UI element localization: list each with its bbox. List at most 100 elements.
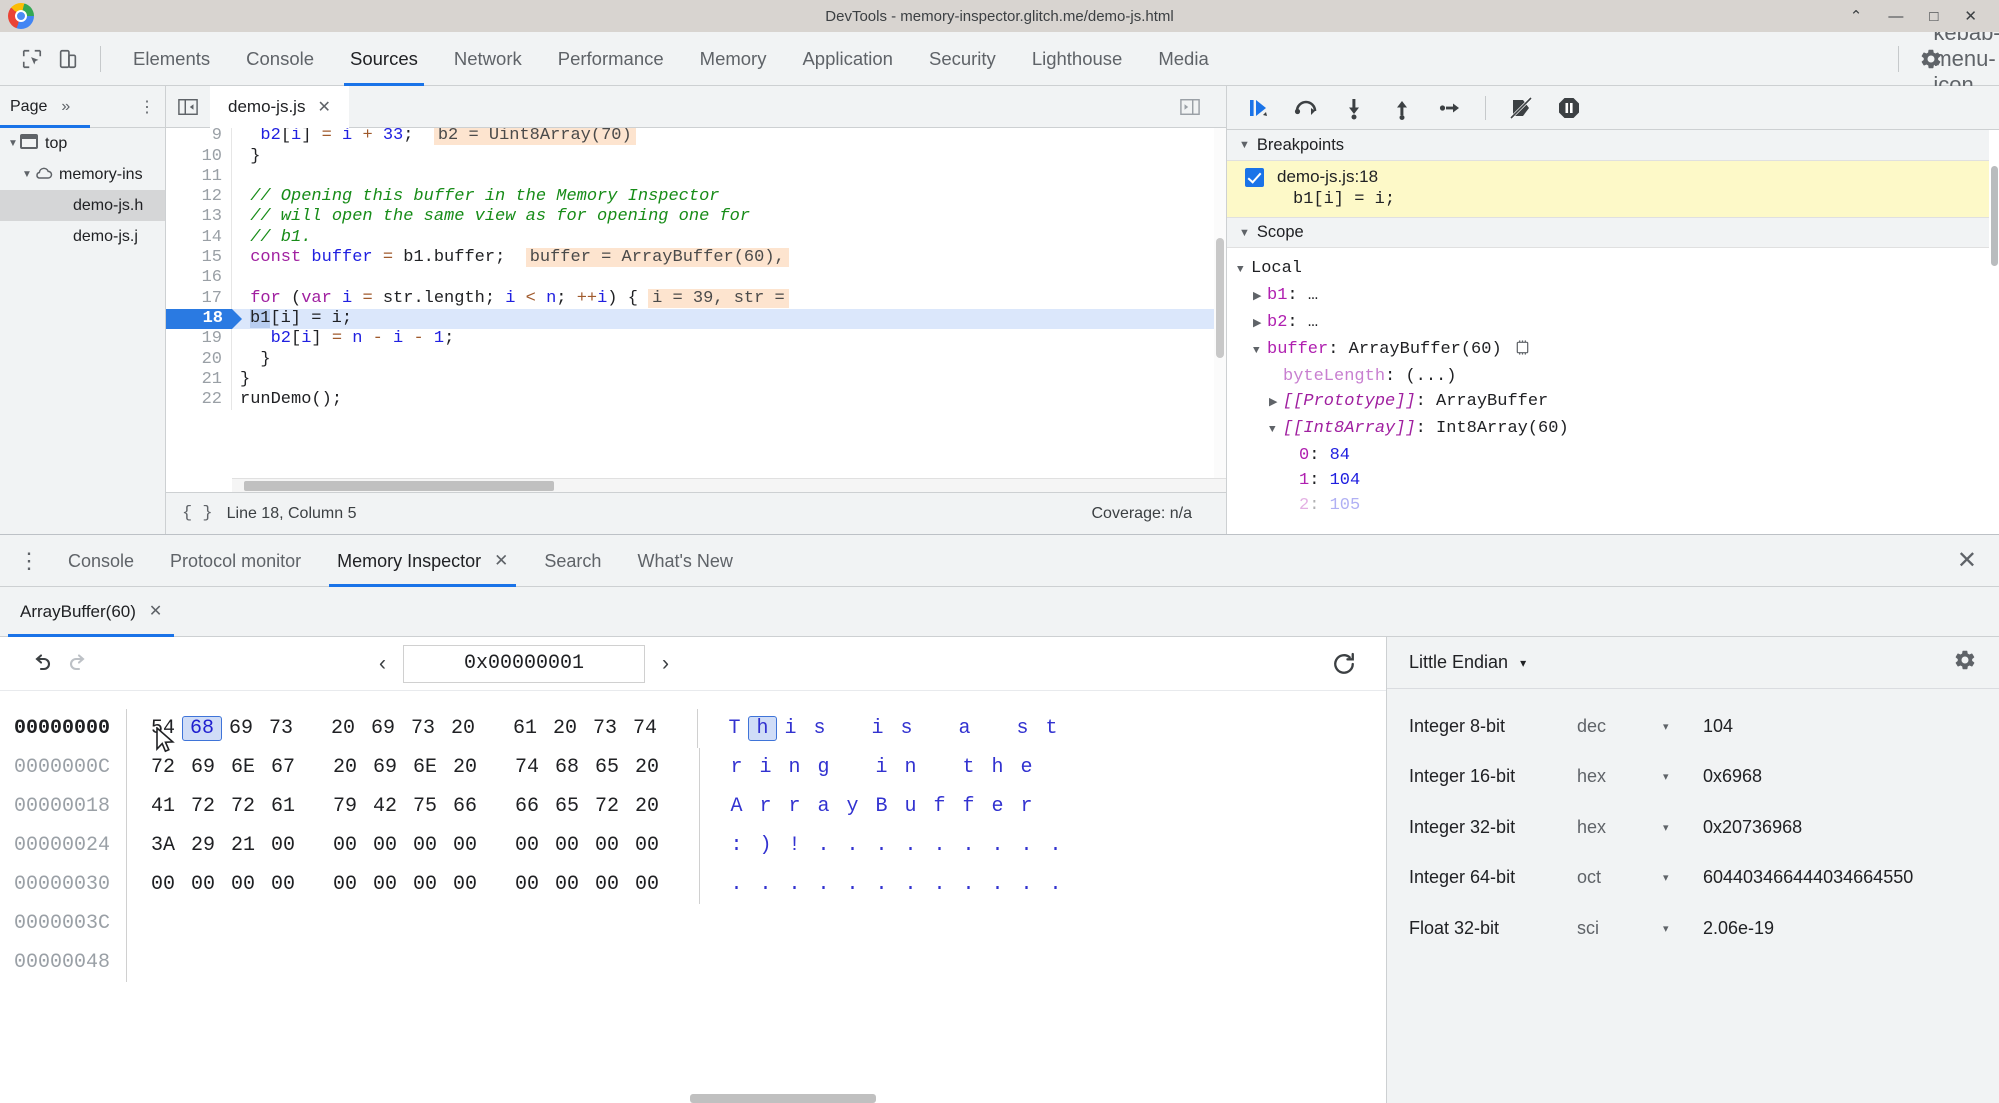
hex-byte[interactable]: 00	[143, 873, 183, 896]
scope-row-b2[interactable]: ▶ b2: …	[1237, 310, 1999, 337]
hex-byte[interactable]: 73	[585, 717, 625, 740]
next-page-button[interactable]: ›	[655, 652, 676, 676]
ascii-char[interactable]	[834, 717, 863, 740]
hex-byte[interactable]: 20	[323, 717, 363, 740]
scope-row-index-0[interactable]: 0: 84	[1237, 443, 1999, 468]
hex-byte[interactable]: 66	[445, 795, 485, 818]
twisty-icon[interactable]: ▼	[8, 138, 20, 149]
twisty-icon[interactable]: ▶	[1253, 312, 1267, 337]
hex-byte[interactable]: 42	[365, 795, 405, 818]
hex-byte[interactable]: 67	[263, 756, 303, 779]
pretty-print-icon[interactable]: { }	[182, 504, 213, 523]
breakpoint-checkbox[interactable]	[1245, 167, 1264, 187]
ascii-char[interactable]: .	[1012, 873, 1041, 896]
hex-byte[interactable]: 75	[405, 795, 445, 818]
hex-byte[interactable]: 00	[547, 873, 587, 896]
hex-byte-selected[interactable]: 68	[182, 716, 222, 741]
hex-byte[interactable]: 00	[325, 873, 365, 896]
hex-byte[interactable]: 69	[363, 717, 403, 740]
scope-row-index-1[interactable]: 1: 104	[1237, 468, 1999, 493]
kebab-menu-icon[interactable]: kebab-menu-icon	[1933, 20, 1999, 97]
hex-byte[interactable]: 00	[445, 873, 485, 896]
hex-byte[interactable]: 54	[143, 717, 183, 740]
value-mode[interactable]: hex	[1577, 817, 1663, 838]
code-editor[interactable]: 8 b1[i] = str.charCodeAt(i); b1 = Uint8A…	[166, 128, 1226, 492]
step-out-icon[interactable]	[1389, 95, 1415, 121]
ascii-char[interactable]: :	[722, 834, 751, 857]
ascii-char[interactable]: t	[1037, 717, 1066, 740]
ascii-char[interactable]: i	[867, 756, 896, 779]
step-icon[interactable]	[1437, 95, 1463, 121]
hex-byte[interactable]: 6E	[223, 756, 263, 779]
undo-icon[interactable]	[24, 646, 60, 682]
step-into-icon[interactable]	[1341, 95, 1367, 121]
ascii-char[interactable]: i	[776, 717, 805, 740]
hex-byte[interactable]: 00	[263, 873, 303, 896]
maximize-icon[interactable]: □	[1929, 9, 1938, 24]
value-mode[interactable]: hex	[1577, 766, 1663, 787]
show-debugger-icon[interactable]	[1168, 97, 1212, 117]
ascii-char[interactable]: )	[751, 834, 780, 857]
chevron-down-icon[interactable]: ▾	[1663, 770, 1703, 783]
drawer-tab-console[interactable]: Console	[50, 535, 152, 587]
ascii-char[interactable]: n	[896, 756, 925, 779]
chevron-down-icon[interactable]: ▾	[1663, 821, 1703, 834]
ascii-char[interactable]: e	[983, 795, 1012, 818]
ascii-char[interactable]: .	[954, 834, 983, 857]
ascii-char[interactable]: .	[780, 873, 809, 896]
hex-byte[interactable]: 69	[365, 756, 405, 779]
resume-icon[interactable]	[1245, 95, 1271, 121]
ascii-char[interactable]: .	[867, 834, 896, 857]
value-mode[interactable]: dec	[1577, 716, 1663, 737]
scope-section-header[interactable]: ▼ Scope	[1227, 217, 1999, 248]
ascii-char[interactable]: r	[751, 795, 780, 818]
hex-byte[interactable]: 72	[223, 795, 263, 818]
editor-horizontal-scrollbar[interactable]	[232, 478, 1226, 492]
ascii-char[interactable]: s	[805, 717, 834, 740]
drawer-tab-memory-inspector[interactable]: Memory Inspector ✕	[319, 535, 526, 587]
ascii-char[interactable]: .	[809, 834, 838, 857]
value-mode[interactable]: sci	[1577, 918, 1663, 939]
hex-byte[interactable]: 29	[183, 834, 223, 857]
hex-byte[interactable]: 00	[405, 834, 445, 857]
close-icon[interactable]: ✕	[494, 535, 508, 587]
ascii-char[interactable]: .	[838, 873, 867, 896]
debugger-vertical-scrollbar[interactable]	[1989, 130, 1999, 534]
debugger-scroll-area[interactable]: ▼ Breakpoints demo-js.js:18 b1[i] = i; ▼…	[1227, 130, 1999, 534]
ascii-char[interactable]: f	[925, 795, 954, 818]
navigator-tab-page[interactable]: Page	[10, 98, 47, 116]
tree-item-top[interactable]: ▼ top	[0, 128, 165, 159]
value-mode[interactable]: oct	[1577, 867, 1663, 888]
ascii-char[interactable]: .	[954, 873, 983, 896]
step-over-icon[interactable]	[1293, 95, 1319, 121]
drawer-kebab-icon[interactable]: ⋮	[8, 548, 50, 574]
ascii-char[interactable]: u	[896, 795, 925, 818]
ascii-char[interactable]: h	[983, 756, 1012, 779]
minimize-icon[interactable]: —	[1888, 9, 1903, 24]
ascii-char[interactable]: .	[896, 873, 925, 896]
ascii-char[interactable]: i	[863, 717, 892, 740]
hex-byte[interactable]: 00	[405, 873, 445, 896]
scope-row-buffer[interactable]: ▼ buffer: ArrayBuffer(60)	[1237, 337, 1999, 364]
tab-memory[interactable]: Memory	[682, 32, 785, 86]
scope-row-prototype[interactable]: ▶ [[Prototype]]: ArrayBuffer	[1237, 389, 1999, 416]
scope-row-local[interactable]: ▼ Local	[1237, 256, 1999, 283]
hex-byte[interactable]: 73	[403, 717, 443, 740]
ascii-char[interactable]: A	[722, 795, 751, 818]
hex-byte[interactable]: 66	[507, 795, 547, 818]
hex-horizontal-scrollbar[interactable]	[690, 1094, 876, 1103]
hex-byte[interactable]: 00	[445, 834, 485, 857]
hex-byte[interactable]: 72	[587, 795, 627, 818]
ascii-char[interactable]: r	[722, 756, 751, 779]
navigator-kebab-icon[interactable]: ⋮	[139, 97, 155, 117]
ascii-char[interactable]: s	[892, 717, 921, 740]
editor-vertical-scrollbar[interactable]	[1214, 128, 1226, 478]
hex-byte[interactable]: 3A	[143, 834, 183, 857]
ascii-char[interactable]: .	[896, 834, 925, 857]
chevron-down-icon[interactable]: ▾	[1663, 720, 1703, 733]
ascii-char[interactable]	[1041, 795, 1070, 818]
chevron-down-icon[interactable]: ▾	[1663, 871, 1703, 884]
memory-chip-icon[interactable]	[1504, 340, 1531, 359]
ascii-char[interactable]: B	[867, 795, 896, 818]
hex-byte[interactable]: 68	[547, 756, 587, 779]
